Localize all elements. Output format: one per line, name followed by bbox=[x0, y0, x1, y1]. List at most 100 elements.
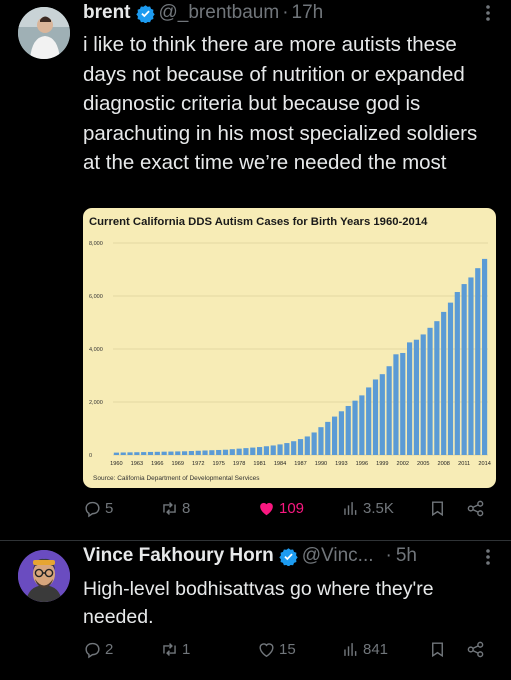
bookmark-icon bbox=[432, 501, 443, 517]
share-icon bbox=[467, 641, 484, 658]
bar-1967 bbox=[161, 451, 167, 455]
bar-2009 bbox=[447, 302, 454, 456]
bar-1981 bbox=[257, 447, 263, 455]
reply-button[interactable]: 5 bbox=[83, 499, 113, 518]
bar-1960 bbox=[113, 452, 119, 455]
tweet-text: i like to think there are more autists t… bbox=[83, 33, 478, 174]
bar-1991 bbox=[325, 421, 331, 456]
bar-1961 bbox=[120, 452, 126, 455]
bar-2013 bbox=[475, 268, 481, 455]
bar-2006 bbox=[427, 327, 433, 455]
bar-1974 bbox=[209, 450, 215, 455]
reply-icon bbox=[85, 642, 100, 659]
timestamp[interactable]: 17h bbox=[292, 2, 324, 24]
like-button[interactable]: 109 bbox=[257, 499, 304, 518]
bar-2003 bbox=[407, 342, 413, 456]
bar-1987 bbox=[297, 439, 304, 455]
author-name[interactable]: brent bbox=[83, 2, 131, 24]
bar-1986 bbox=[291, 441, 297, 455]
more-icon[interactable] bbox=[485, 548, 491, 571]
y-tick-label: 2,000 bbox=[89, 400, 103, 406]
bar-2010 bbox=[454, 292, 460, 455]
more-icon[interactable] bbox=[485, 4, 491, 27]
chart-image[interactable]: Current California DDS Autism Cases for … bbox=[83, 208, 496, 488]
bar-1995 bbox=[352, 400, 358, 455]
action-bar: 5 8 109 3.5K bbox=[83, 499, 503, 525]
author-handle[interactable]: @Vinc... bbox=[302, 545, 374, 567]
tweet-text: High-level bodhisattvas go where they're… bbox=[83, 578, 434, 628]
repost-count: 1 bbox=[182, 641, 191, 658]
y-tick-label: 0 bbox=[89, 453, 92, 459]
x-tick-label: 1984 bbox=[274, 461, 286, 467]
x-tick-label: 2011 bbox=[458, 461, 470, 467]
x-tick-label: 1978 bbox=[233, 461, 245, 467]
view-count: 3.5K bbox=[363, 500, 394, 517]
bar-2007 bbox=[434, 321, 440, 455]
repost-button[interactable]: 1 bbox=[160, 640, 190, 659]
cartoon-portrait bbox=[18, 550, 70, 602]
bar-2002 bbox=[400, 352, 406, 455]
bar-1973 bbox=[202, 450, 208, 455]
bar-2000 bbox=[386, 366, 392, 455]
action-bar: 2 1 15 841 bbox=[83, 640, 503, 666]
views-icon bbox=[344, 643, 357, 656]
x-tick-label: 1960 bbox=[110, 461, 122, 467]
repost-button[interactable]: 8 bbox=[160, 499, 190, 518]
bar-chart: Current California DDS Autism Cases for … bbox=[89, 216, 491, 482]
x-tick-label: 2014 bbox=[478, 461, 490, 467]
view-count: 841 bbox=[363, 641, 389, 658]
timestamp[interactable]: 5h bbox=[396, 545, 417, 567]
bar-1999 bbox=[379, 374, 385, 455]
bar-1990 bbox=[318, 427, 324, 455]
y-tick-label: 4,000 bbox=[89, 347, 103, 353]
bar-1965 bbox=[147, 451, 154, 455]
x-tick-label: 1996 bbox=[356, 461, 368, 467]
reply-icon bbox=[85, 501, 100, 518]
bar-1982 bbox=[263, 446, 269, 455]
x-tick-label: 1981 bbox=[253, 461, 265, 467]
bar-1993 bbox=[338, 411, 344, 455]
tweet[interactable]: brent @_brentbaum · 17h i like to think … bbox=[0, 0, 511, 540]
y-tick-label: 8,000 bbox=[89, 241, 103, 247]
bar-1977 bbox=[229, 449, 235, 455]
bar-1992 bbox=[332, 416, 338, 455]
bookmark-button[interactable] bbox=[428, 499, 450, 518]
chart-title: Current California DDS Autism Cases for … bbox=[89, 216, 428, 228]
author-name[interactable]: Vince Fakhoury Horn bbox=[83, 545, 274, 567]
bookmark-button[interactable] bbox=[428, 640, 450, 659]
bar-1963 bbox=[134, 452, 140, 455]
avatar[interactable] bbox=[18, 550, 70, 602]
reply-button[interactable]: 2 bbox=[83, 640, 113, 659]
tweet[interactable]: Vince Fakhoury Horn @Vinc... · 5h High-l… bbox=[0, 540, 511, 680]
tweet-header: Vince Fakhoury Horn @Vinc... · 5h bbox=[83, 545, 417, 567]
bar-1989 bbox=[311, 432, 317, 455]
bar-1975 bbox=[216, 449, 222, 455]
x-tick-label: 1969 bbox=[172, 461, 184, 467]
bar-1972 bbox=[195, 450, 201, 455]
bar-1998 bbox=[372, 379, 379, 455]
views-button[interactable]: 841 bbox=[341, 640, 388, 659]
like-count: 109 bbox=[279, 500, 305, 517]
bar-2004 bbox=[413, 339, 419, 455]
bar-1985 bbox=[284, 443, 290, 455]
author-handle[interactable]: @_brentbaum bbox=[159, 2, 280, 24]
share-icon bbox=[467, 500, 484, 517]
bar-1966 bbox=[154, 451, 160, 455]
views-button[interactable]: 3.5K bbox=[341, 499, 394, 518]
bar-2011 bbox=[461, 284, 467, 455]
x-tick-label: 1975 bbox=[212, 461, 224, 467]
y-tick-label: 6,000 bbox=[89, 294, 103, 300]
separator-dot: · bbox=[282, 2, 289, 23]
bar-1962 bbox=[127, 452, 133, 455]
share-button[interactable] bbox=[466, 640, 488, 659]
like-button[interactable]: 15 bbox=[257, 640, 296, 659]
tweet-header: brent @_brentbaum · 17h bbox=[83, 2, 323, 24]
avatar[interactable] bbox=[18, 7, 70, 59]
chart-source: Source: California Department of Develop… bbox=[93, 475, 260, 482]
x-tick-label: 2002 bbox=[397, 461, 409, 467]
bar-1970 bbox=[182, 451, 188, 455]
bar-2008 bbox=[441, 311, 447, 455]
share-button[interactable] bbox=[466, 499, 488, 518]
bar-1979 bbox=[243, 448, 249, 455]
x-tick-label: 1966 bbox=[151, 461, 163, 467]
